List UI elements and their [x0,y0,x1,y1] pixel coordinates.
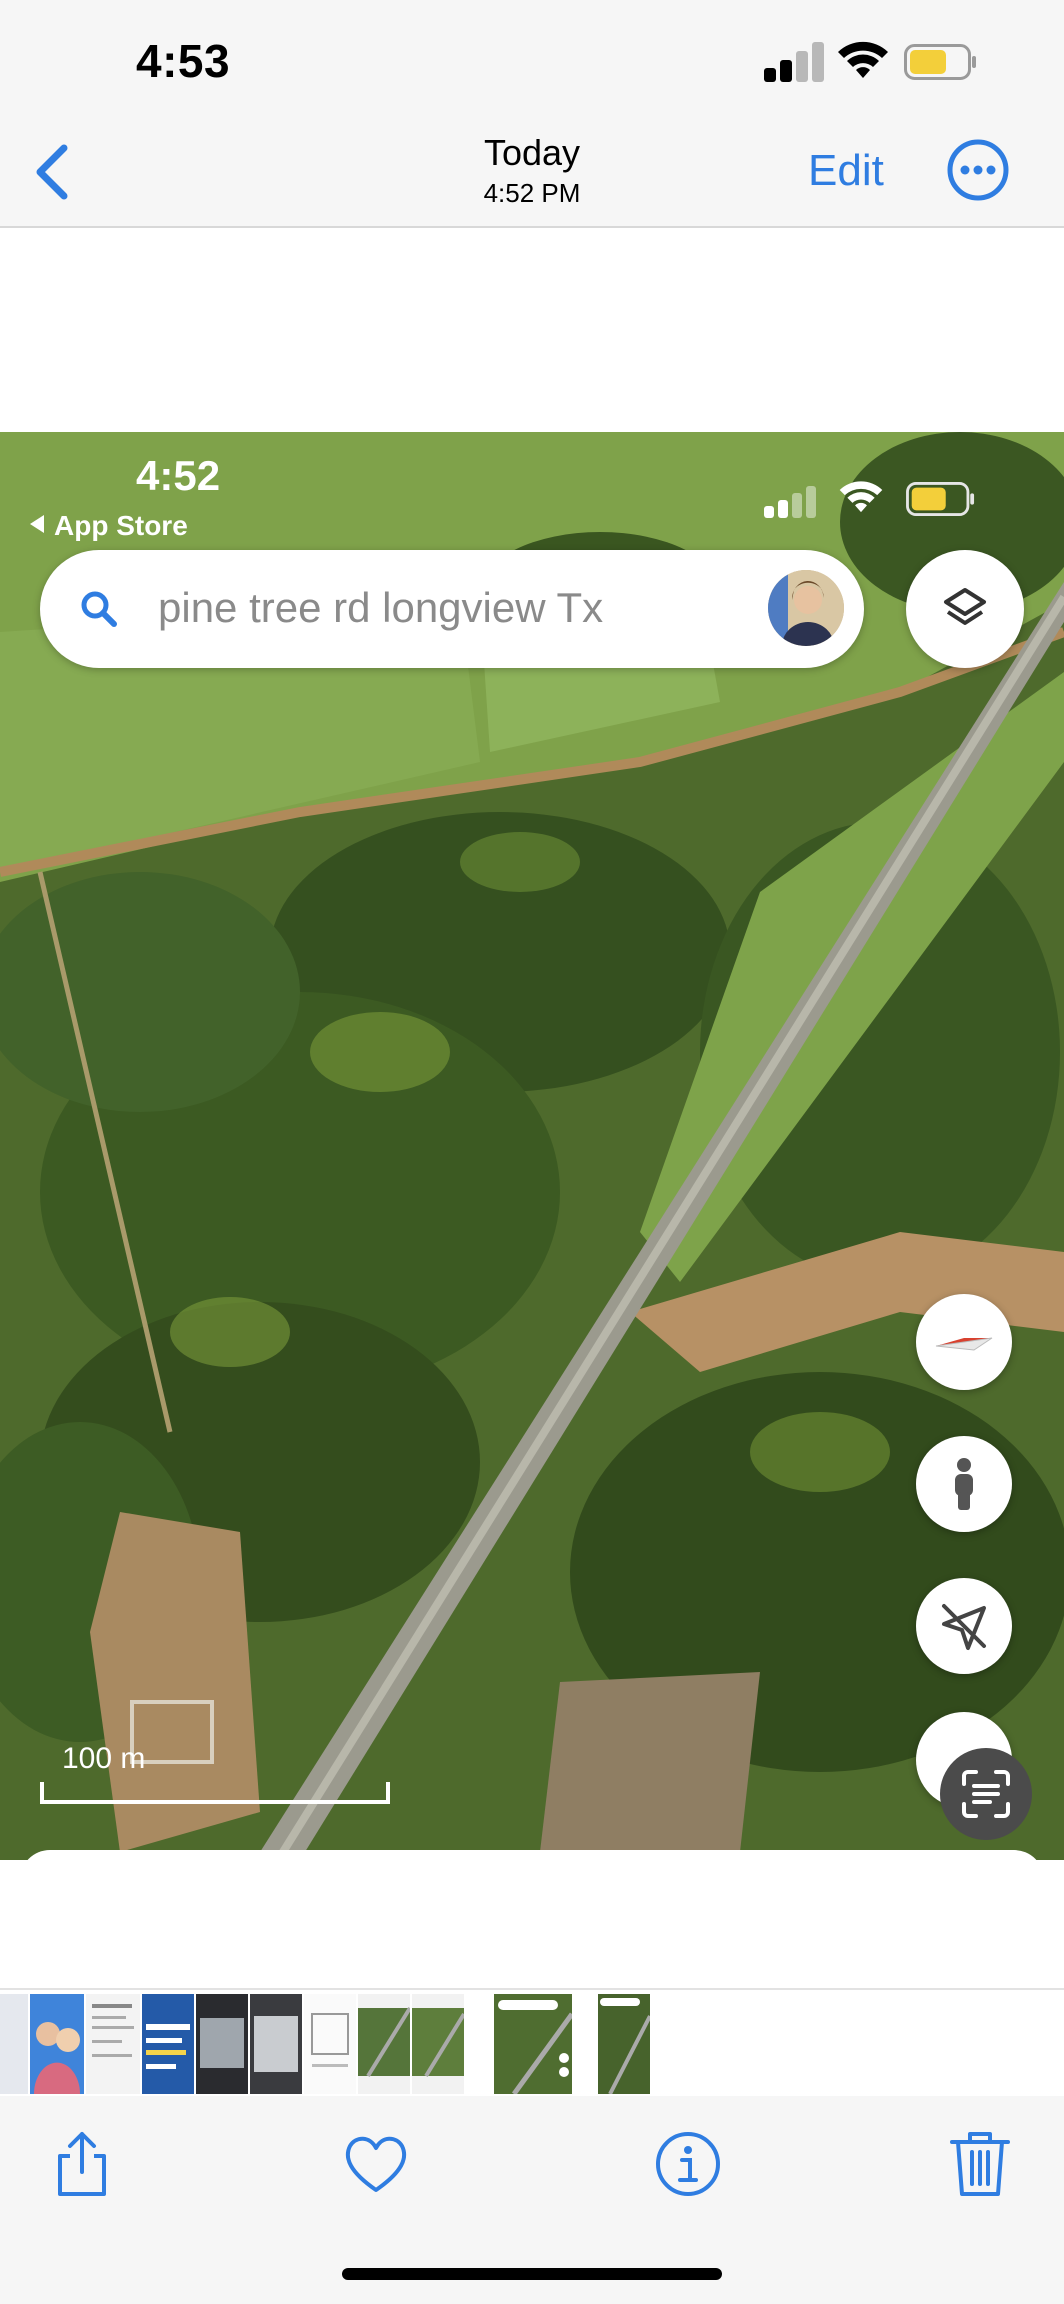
wifi-icon [838,41,888,78]
info-icon[interactable] [652,2128,724,2200]
street-view-pegman-icon [955,1458,973,1510]
live-text-scan-icon [962,1770,1010,1818]
compass-icon [935,1337,993,1351]
trash-icon[interactable] [944,2128,1016,2200]
battery-icon [904,44,976,80]
more-options-icon[interactable] [946,138,1010,202]
thumbnail[interactable] [598,1994,650,2094]
avatar [768,570,844,646]
screenshot-status-time: 4:52 [136,452,221,499]
compass-button [916,1294,1012,1390]
map-layers-button [906,550,1024,668]
share-icon[interactable] [46,2128,118,2200]
thumbnail[interactable] [30,1994,84,2094]
maps-search-bar: pine tree rd longview Tx [40,550,864,668]
search-query: pine tree rd longview Tx [158,584,604,631]
map-scale: 100 m [40,1742,390,1804]
thumbnail[interactable] [0,1994,28,2094]
scale-label: 100 m [62,1742,146,1775]
thumbnail[interactable] [86,1994,140,2094]
status-time: 4:53 [136,35,231,87]
bottom-sheet-edge [20,1850,1044,1860]
screenshot-battery-icon [906,482,975,516]
nav-bar: Today 4:52 PM Edit [0,120,1064,228]
thumbnail[interactable] [142,1994,194,2094]
location-button [916,1578,1012,1674]
screenshot-wifi-icon [839,481,883,513]
cellular-signal-icon [764,40,824,82]
thumbnail-selected[interactable] [494,1994,572,2094]
street-view-button [916,1436,1012,1532]
thumbnail[interactable] [412,1994,464,2094]
edit-button[interactable]: Edit [808,146,884,196]
status-bar: 4:53 [0,0,1064,120]
nav-title: Today [483,132,581,173]
layers-icon [944,588,986,625]
search-icon [81,591,117,627]
live-text-button [940,1748,1032,1840]
photo-screenshot: 4:52 App Store pine tree rd longview Tx [0,432,1064,1860]
nav-subtitle: 4:52 PM [483,178,581,208]
thumbnail[interactable] [358,1994,410,2094]
home-indicator [342,2268,722,2280]
thumbnail[interactable] [250,1994,302,2094]
location-off-icon [942,1604,986,1650]
screenshot-signal-icon [764,486,824,518]
back-app-label: App Store [54,510,188,541]
thumbnail-strip[interactable] [0,1988,1064,2096]
heart-icon[interactable] [340,2128,412,2200]
thumbnail[interactable] [196,1994,248,2094]
back-to-app-link: App Store [30,510,188,542]
thumbnail[interactable] [304,1994,356,2094]
